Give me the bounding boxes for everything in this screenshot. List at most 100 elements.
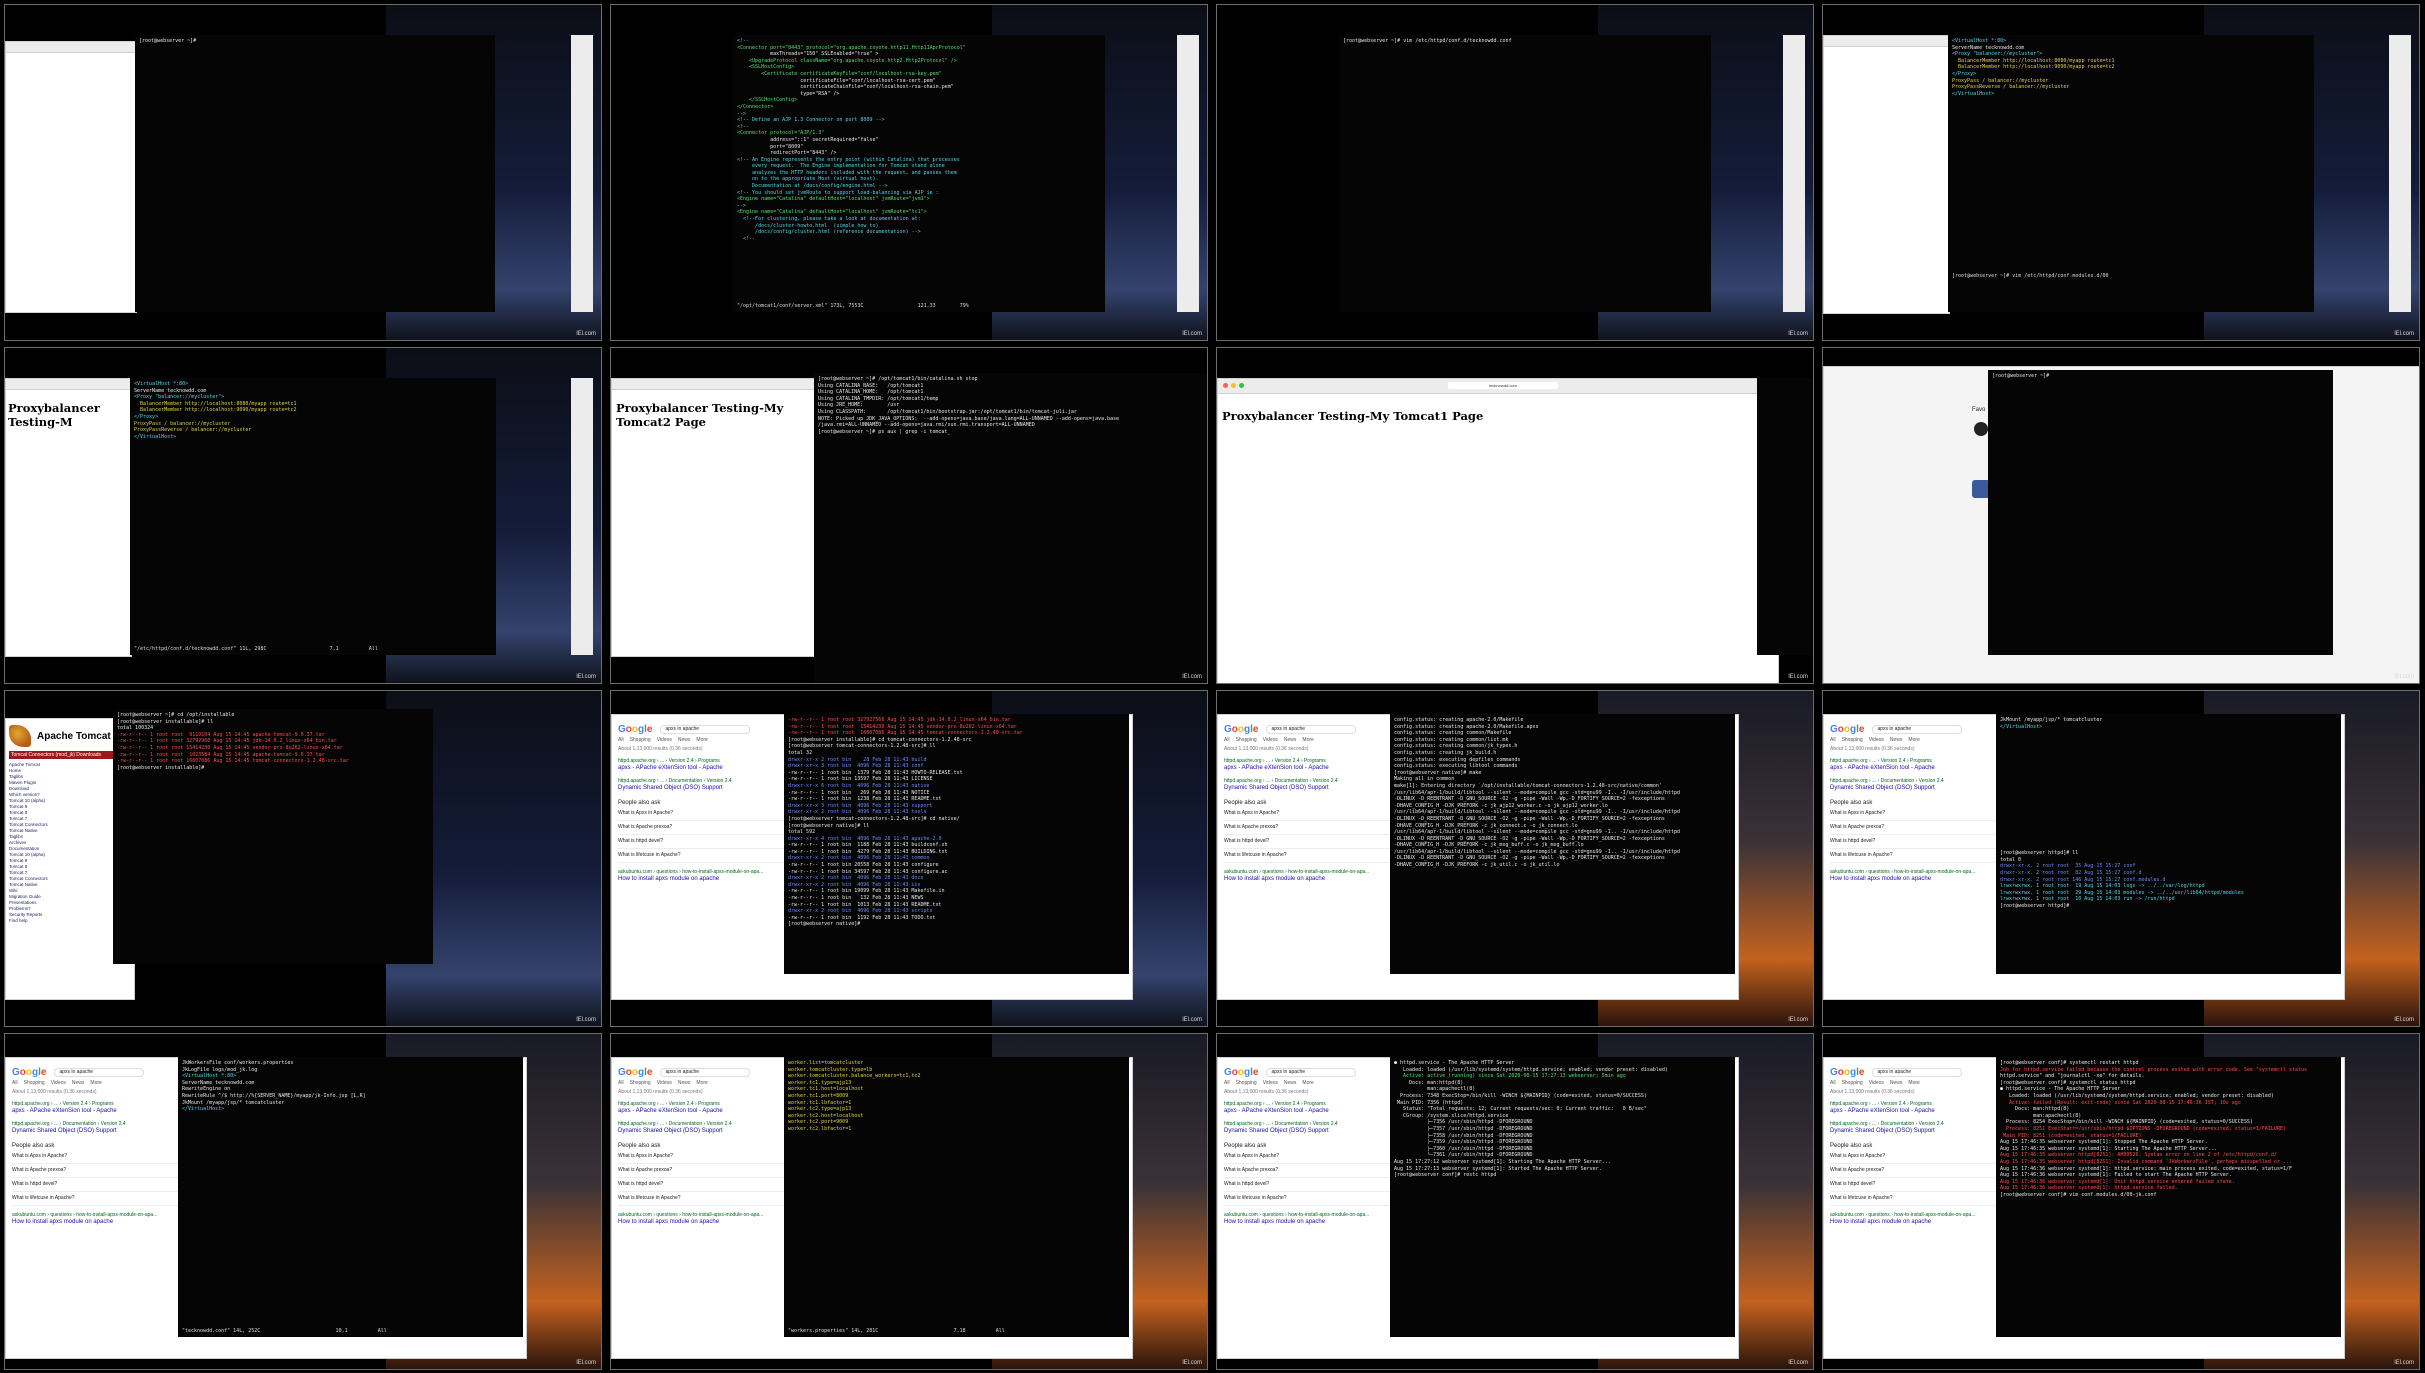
- search-tab[interactable]: Shopping: [24, 1080, 45, 1087]
- search-tab[interactable]: More: [1908, 1080, 1919, 1087]
- search-tab[interactable]: Shopping: [1842, 1080, 1863, 1087]
- search-tab[interactable]: Shopping: [1236, 737, 1257, 744]
- search-input[interactable]: apxs in apache: [660, 1068, 751, 1077]
- result-title[interactable]: Dynamic Shared Object (DSO) Support: [1224, 785, 1394, 792]
- search-input[interactable]: apxs in apache: [660, 725, 751, 734]
- terminal-window[interactable]: [root@webserver conf]# systemctl restart…: [1996, 1057, 2341, 1337]
- thumbnail-9[interactable]: Apache Tomcat Tomcat Connectors (mod_jk)…: [4, 690, 602, 1027]
- search-tab[interactable]: All: [1830, 1080, 1836, 1087]
- result-title[interactable]: How to install apxs module on apache: [1224, 1219, 1394, 1226]
- search-tab[interactable]: All: [618, 737, 624, 744]
- thumbnail-6[interactable]: Proxybalancer Testing-My Tomcat2 Page [r…: [610, 347, 1208, 684]
- search-input[interactable]: apxs in apache: [1872, 725, 1963, 734]
- thumbnail-4[interactable]: <VirtualHost *:80> ServerName tecknowdd.c…: [1822, 4, 2420, 341]
- search-tab[interactable]: All: [1224, 1080, 1230, 1087]
- terminal-window[interactable]: [root@webserver ~]#: [135, 35, 495, 312]
- result-title[interactable]: Dynamic Shared Object (DSO) Support: [618, 1128, 788, 1135]
- minimize-icon[interactable]: [1231, 383, 1236, 388]
- search-tab[interactable]: More: [90, 1080, 101, 1087]
- terminal-window[interactable]: -rw-r--r-- 1 root root 327927566 Aug 15 …: [784, 714, 1129, 974]
- search-tab[interactable]: All: [12, 1080, 18, 1087]
- search-tab[interactable]: Shopping: [1236, 1080, 1257, 1087]
- search-tab[interactable]: Videos: [657, 1080, 672, 1087]
- close-icon[interactable]: [1223, 383, 1228, 388]
- search-tab[interactable]: More: [1908, 737, 1919, 744]
- search-tab[interactable]: Videos: [657, 737, 672, 744]
- terminal-window[interactable]: config.status: creating apache-2.0/Makef…: [1390, 714, 1735, 974]
- address-bar[interactable]: tecknowdd.com: [1448, 382, 1558, 389]
- result-title[interactable]: How to install apxs module on apache: [1830, 876, 2000, 883]
- result-title[interactable]: How to install apxs module on apache: [12, 1219, 182, 1226]
- result-title[interactable]: Dynamic Shared Object (DSO) Support: [618, 785, 788, 792]
- result-title[interactable]: apxs - APache eXtenSion tool - Apache: [618, 765, 788, 772]
- search-tab[interactable]: News: [1890, 1080, 1903, 1087]
- search-tab[interactable]: News: [72, 1080, 85, 1087]
- google-logo[interactable]: Google: [618, 1068, 652, 1078]
- result-title[interactable]: How to install apxs module on apache: [1830, 1219, 2000, 1226]
- thumbnail-5[interactable]: Proxybalancer Testing-M <VirtualHost *:8…: [4, 347, 602, 684]
- sidebar-link[interactable]: Find help: [9, 918, 129, 924]
- search-tab[interactable]: More: [696, 737, 707, 744]
- google-logo[interactable]: Google: [1830, 725, 1864, 735]
- search-tab[interactable]: Videos: [1263, 737, 1278, 744]
- result-title[interactable]: Dynamic Shared Object (DSO) Support: [1830, 1128, 2000, 1135]
- result-title[interactable]: apxs - APache eXtenSion tool - Apache: [618, 1108, 788, 1115]
- terminal-window[interactable]: [1757, 378, 1813, 655]
- thumbnail-2[interactable]: <!-- <Connector port="8443" protocol="org…: [610, 4, 1208, 341]
- search-tab[interactable]: All: [1830, 737, 1836, 744]
- search-tab[interactable]: Videos: [1869, 1080, 1884, 1087]
- result-title[interactable]: apxs - APache eXtenSion tool - Apache: [1224, 1108, 1394, 1115]
- thumbnail-7[interactable]: tecknowdd.com Proxybalancer Testing-My T…: [1216, 347, 1814, 684]
- result-title[interactable]: apxs - APache eXtenSion tool - Apache: [12, 1108, 182, 1115]
- search-input[interactable]: apxs in apache: [1872, 1068, 1963, 1077]
- thumbnail-12[interactable]: Google apxs in apache All Shopping Videos New…: [1822, 690, 2420, 1027]
- search-tab[interactable]: All: [618, 1080, 624, 1087]
- result-title[interactable]: Dynamic Shared Object (DSO) Support: [1224, 1128, 1394, 1135]
- google-logo[interactable]: Google: [1224, 725, 1258, 735]
- result-title[interactable]: apxs - APache eXtenSion tool - Apache: [1224, 765, 1394, 772]
- search-tab[interactable]: News: [1890, 737, 1903, 744]
- search-tab[interactable]: News: [1284, 737, 1297, 744]
- maximize-icon[interactable]: [1239, 383, 1244, 388]
- search-tab[interactable]: All: [1224, 737, 1230, 744]
- terminal-window[interactable]: <VirtualHost *:80> ServerName tecknowdd.c…: [1948, 35, 2314, 312]
- thumbnail-10[interactable]: Google apxs in apache All Shopping Videos New…: [610, 690, 1208, 1027]
- sidebar-nav[interactable]: Apache Tomcat Home Taglibs Maven Plugin Down…: [9, 762, 129, 924]
- thumbnail-1[interactable]: [root@webserver ~]# lEl.com: [4, 4, 602, 341]
- thumbnail-13[interactable]: Google apxs in apache All Shopping Videos New…: [4, 1033, 602, 1370]
- search-tab[interactable]: More: [1302, 737, 1313, 744]
- result-title[interactable]: How to install apxs module on apache: [618, 876, 788, 883]
- terminal-window[interactable]: [root@webserver ~]# /opt/tomcat1/bin/cat…: [814, 373, 1207, 683]
- google-logo[interactable]: Google: [1830, 1068, 1864, 1078]
- search-input[interactable]: apxs in apache: [54, 1068, 145, 1077]
- result-title[interactable]: How to install apxs module on apache: [1224, 876, 1394, 883]
- result-title[interactable]: Dynamic Shared Object (DSO) Support: [1830, 785, 2000, 792]
- search-input[interactable]: apxs in apache: [1266, 725, 1357, 734]
- result-title[interactable]: apxs - APache eXtenSion tool - Apache: [1830, 1108, 2000, 1115]
- result-title[interactable]: Dynamic Shared Object (DSO) Support: [12, 1128, 182, 1135]
- thumbnail-16[interactable]: Google apxs in apache All Shopping Videos New…: [1822, 1033, 2420, 1370]
- google-logo[interactable]: Google: [618, 725, 652, 735]
- search-tab[interactable]: News: [678, 1080, 691, 1087]
- terminal-window[interactable]: worker.list=tomcatcluster worker.tomcatcl…: [784, 1057, 1129, 1337]
- thumbnail-3[interactable]: [root@webserver ~]# vim /etc/httpd/conf.…: [1216, 4, 1814, 341]
- search-tab[interactable]: More: [1302, 1080, 1313, 1087]
- terminal-window[interactable]: JkWorkersFile conf/workers.properties JkL…: [178, 1057, 523, 1337]
- terminal-window[interactable]: [root@webserver ~]# cd /opt/installable[…: [113, 709, 433, 964]
- search-tab[interactable]: News: [678, 737, 691, 744]
- google-logo[interactable]: Google: [12, 1068, 46, 1078]
- terminal-window[interactable]: ● httpd.service - The Apache HTTP Server…: [1390, 1057, 1735, 1337]
- search-input[interactable]: apxs in apache: [1266, 1068, 1357, 1077]
- terminal-window[interactable]: JkMount /myapp/jsp/* tomcatcluster </Virt…: [1996, 714, 2341, 974]
- search-tab[interactable]: Shopping: [1842, 737, 1863, 744]
- thumbnail-14[interactable]: Google apxs in apache All Shopping Videos New…: [610, 1033, 1208, 1370]
- search-tab[interactable]: More: [696, 1080, 707, 1087]
- thumbnail-15[interactable]: Google apxs in apache All Shopping Videos New…: [1216, 1033, 1814, 1370]
- search-tab[interactable]: News: [1284, 1080, 1297, 1087]
- search-tab[interactable]: Videos: [1263, 1080, 1278, 1087]
- result-title[interactable]: How to install apxs module on apache: [618, 1219, 788, 1226]
- terminal-window[interactable]: <VirtualHost *:80> ServerName tecknowdd.c…: [130, 378, 496, 655]
- google-logo[interactable]: Google: [1224, 1068, 1258, 1078]
- thumbnail-11[interactable]: Google apxs in apache All Shopping Videos New…: [1216, 690, 1814, 1027]
- thumbnail-8[interactable]: Favo [root@webserver ~]# lEl.com: [1822, 347, 2420, 684]
